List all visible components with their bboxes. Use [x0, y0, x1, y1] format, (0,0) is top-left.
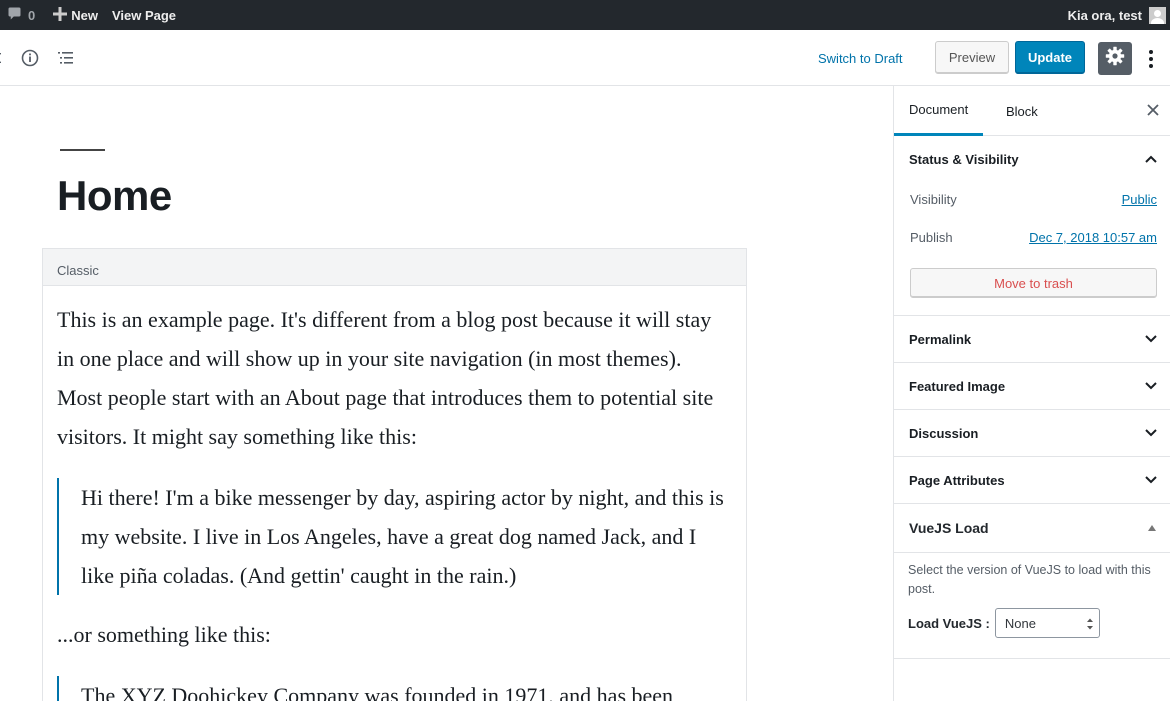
- update-button[interactable]: Update: [1015, 41, 1085, 74]
- page-attributes-panel: Page Attributes: [894, 457, 1170, 504]
- vuejs-version-select[interactable]: None: [994, 608, 1100, 638]
- panel-title: Status & Visibility: [909, 151, 1019, 167]
- editor-content: Home Classic This is an example page. It…: [0, 86, 893, 701]
- gear-icon: [1105, 46, 1125, 71]
- permalink-toggle[interactable]: Permalink: [894, 316, 1170, 362]
- sidebar-tabs: Document Block: [894, 86, 1170, 136]
- blockquote[interactable]: Hi there! I'm a bike messenger by day, a…: [57, 478, 732, 595]
- panel-title: Featured Image: [909, 378, 1006, 394]
- featured-image-toggle[interactable]: Featured Image: [894, 363, 1170, 409]
- panel-title: Permalink: [909, 331, 972, 347]
- more-menu-icon[interactable]: [1138, 42, 1164, 75]
- settings-sidebar: Document Block Status & Visibility Visib…: [893, 86, 1170, 701]
- panel-title: Page Attributes: [909, 472, 1005, 488]
- vuejs-panel-body: Select the version of VueJS to load with…: [894, 553, 1170, 659]
- new-label: New: [71, 7, 98, 23]
- editor-header: Switch to Draft Preview Update: [0, 30, 1170, 86]
- vuejs-selected-value: None: [1004, 615, 1036, 631]
- classic-block-content[interactable]: This is an example page. It's different …: [43, 286, 746, 701]
- chevron-down-icon: [1145, 429, 1157, 437]
- panel-title: Discussion: [909, 425, 979, 441]
- status-visibility-toggle[interactable]: Status & Visibility: [894, 136, 1170, 182]
- settings-button[interactable]: [1098, 42, 1132, 75]
- vuejs-load-row: Load VueJS : None: [908, 608, 1158, 638]
- switch-to-draft-button[interactable]: Switch to Draft: [808, 42, 913, 75]
- discussion-toggle[interactable]: Discussion: [894, 410, 1170, 456]
- comment-icon: [7, 6, 22, 24]
- publish-row: Publish Dec 7, 2018 10:57 am: [894, 220, 1170, 258]
- avatar: [1149, 6, 1166, 24]
- chevron-up-icon: [1145, 155, 1157, 163]
- preview-button[interactable]: Preview: [935, 41, 1009, 74]
- blockquote[interactable]: The XYZ Doohickey Company was founded in…: [57, 676, 732, 701]
- view-page-link[interactable]: View Page: [105, 0, 183, 30]
- greeting-text: Kia ora, test: [1067, 7, 1142, 23]
- tab-block[interactable]: Block: [1006, 86, 1038, 136]
- paragraph[interactable]: This is an example page. It's different …: [57, 300, 732, 456]
- chevron-down-icon: [1145, 476, 1157, 484]
- page-attributes-toggle[interactable]: Page Attributes: [894, 457, 1170, 503]
- title-separator: [60, 149, 105, 151]
- publish-date-link[interactable]: Dec 7, 2018 10:57 am: [1029, 230, 1157, 245]
- account-menu[interactable]: Kia ora, test: [1068, 0, 1166, 30]
- vuejs-panel-title: VueJS Load: [909, 520, 989, 536]
- paragraph[interactable]: ...or something like this:: [57, 615, 732, 654]
- move-to-trash-button[interactable]: Move to trash: [910, 268, 1157, 298]
- post-title[interactable]: Home: [57, 172, 172, 220]
- status-visibility-panel: Status & Visibility Visibility Public Pu…: [894, 136, 1170, 316]
- select-arrows-icon: [1086, 618, 1093, 630]
- vuejs-description: Select the version of VueJS to load with…: [908, 563, 1151, 596]
- tab-document[interactable]: Document: [894, 86, 984, 136]
- triangle-up-icon: [1148, 525, 1156, 531]
- featured-image-panel: Featured Image: [894, 363, 1170, 410]
- view-page-label: View Page: [111, 7, 177, 23]
- discussion-panel: Discussion: [894, 410, 1170, 457]
- permalink-panel: Permalink: [894, 316, 1170, 363]
- new-content-menu[interactable]: New: [46, 0, 105, 30]
- publish-label: Publish: [910, 230, 953, 245]
- outline-icon[interactable]: [50, 30, 82, 86]
- visibility-row: Visibility Public: [894, 182, 1170, 220]
- chevron-down-icon: [1145, 335, 1157, 343]
- info-icon[interactable]: [14, 30, 46, 86]
- vuejs-load-label: Load VueJS :: [908, 615, 990, 631]
- comments-menu[interactable]: 0: [0, 0, 42, 30]
- close-icon[interactable]: [1142, 99, 1164, 121]
- classic-block[interactable]: Classic This is an example page. It's di…: [42, 248, 747, 701]
- chevron-down-icon: [1145, 382, 1157, 390]
- back-arrow-icon[interactable]: [0, 30, 8, 86]
- plus-icon: [53, 6, 68, 24]
- classic-block-label: Classic: [43, 249, 746, 286]
- visibility-link[interactable]: Public: [1122, 192, 1157, 207]
- admin-bar: 0 New View Page Kia ora, test: [0, 0, 1170, 30]
- vuejs-load-toggle[interactable]: VueJS Load: [894, 504, 1170, 553]
- comments-count: 0: [28, 7, 36, 23]
- visibility-label: Visibility: [910, 192, 957, 207]
